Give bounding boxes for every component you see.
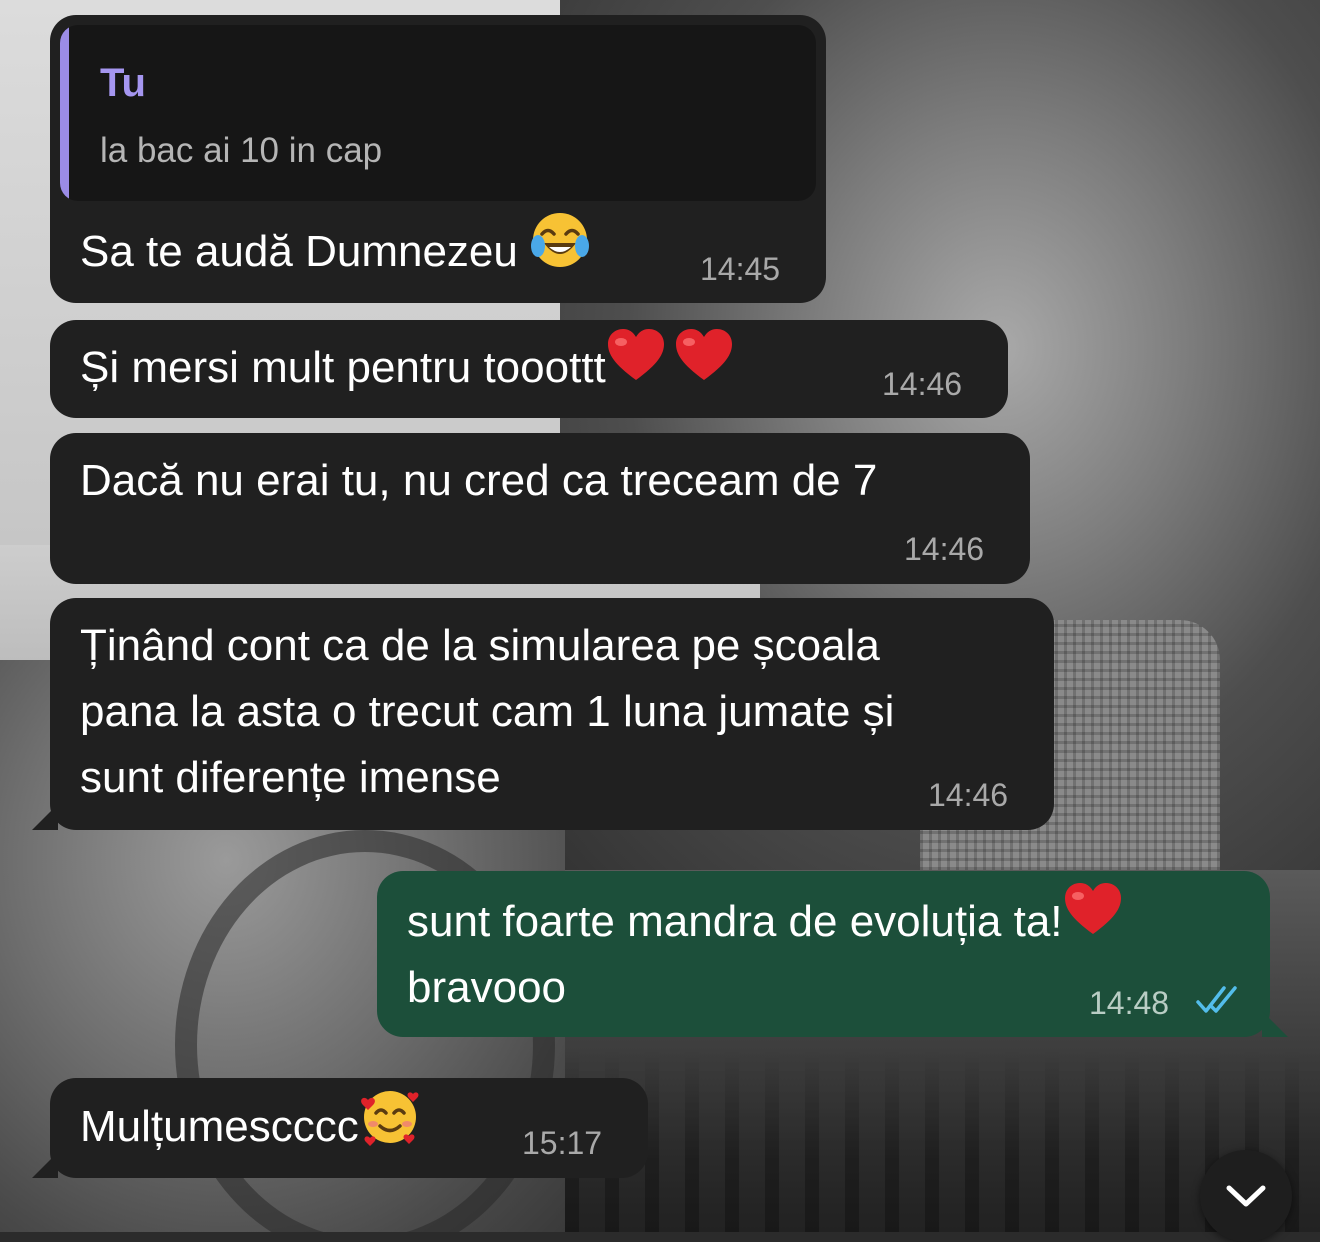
red-heart-icon <box>606 328 666 402</box>
reply-author: Tu <box>100 61 146 105</box>
reply-quote[interactable]: Tu la bac ai 10 in cap <box>60 25 816 201</box>
chat-messages: Tu la bac ai 10 in cap Sa te audă Dumnez… <box>0 0 1320 1242</box>
red-heart-icon <box>1063 882 1123 956</box>
chevron-down-icon <box>1226 1185 1266 1207</box>
reply-accent-bar <box>60 25 69 201</box>
smiling-face-with-hearts-icon <box>359 1084 421 1164</box>
message-text-line: pana la asta o trecut cam 1 luna jumate … <box>80 687 895 736</box>
message-timestamp: 14:48 <box>1089 985 1170 1021</box>
message-text-line: Ținând cont ca de la simularea pe școala <box>80 621 880 670</box>
message-text-row: Mulțumescccc <box>80 1091 421 1164</box>
bubble-tail <box>1262 1011 1288 1037</box>
message-bubble-outgoing[interactable]: sunt foarte mandra de evoluția ta! bravo… <box>377 871 1270 1037</box>
message-text: Și mersi mult pentru tooottt <box>80 343 606 392</box>
message-text: Sa te audă Dumnezeu <box>80 227 531 276</box>
bubble-tail <box>32 804 58 830</box>
message-text-line: bravooo <box>407 963 567 1012</box>
message-timestamp: 14:46 <box>928 777 1009 813</box>
message-bubble-incoming[interactable]: Mulțumescccc 15:17 <box>50 1078 648 1178</box>
message-text-line: sunt foarte mandra de evoluția ta! <box>407 897 1063 946</box>
bubble-tail <box>32 1152 58 1178</box>
message-timestamp: 14:46 <box>904 531 985 567</box>
message-bubble-incoming[interactable]: Ținând cont ca de la simularea pe școala… <box>50 598 1054 830</box>
message-text-row: Sa te audă Dumnezeu <box>80 213 590 288</box>
message-bubble-incoming[interactable]: Tu la bac ai 10 in cap Sa te audă Dumnez… <box>50 15 826 303</box>
message-text: Dacă nu erai tu, nu cred ca treceam de 7 <box>80 456 878 505</box>
message-bubble-incoming[interactable]: Și mersi mult pentru tooottt 14:46 <box>50 320 1008 418</box>
message-timestamp: 15:17 <box>522 1125 603 1161</box>
message-text-row: sunt foarte mandra de evoluția ta! <box>407 883 1123 956</box>
message-timestamp: 14:46 <box>882 366 963 402</box>
message-text-line: sunt diferențe imense <box>80 753 501 802</box>
message-text-row: Și mersi mult pentru tooottt <box>80 329 734 402</box>
message-bubble-incoming[interactable]: Dacă nu erai tu, nu cred ca treceam de 7… <box>50 433 1030 584</box>
read-ticks-icon <box>1196 986 1237 1013</box>
red-heart-icon <box>674 328 734 402</box>
face-with-tears-of-joy-icon <box>530 210 590 288</box>
reply-text: la bac ai 10 in cap <box>100 131 383 170</box>
message-text: Mulțumescccc <box>80 1102 359 1151</box>
scroll-to-bottom-button[interactable] <box>1200 1150 1292 1242</box>
message-timestamp: 14:45 <box>700 251 781 287</box>
